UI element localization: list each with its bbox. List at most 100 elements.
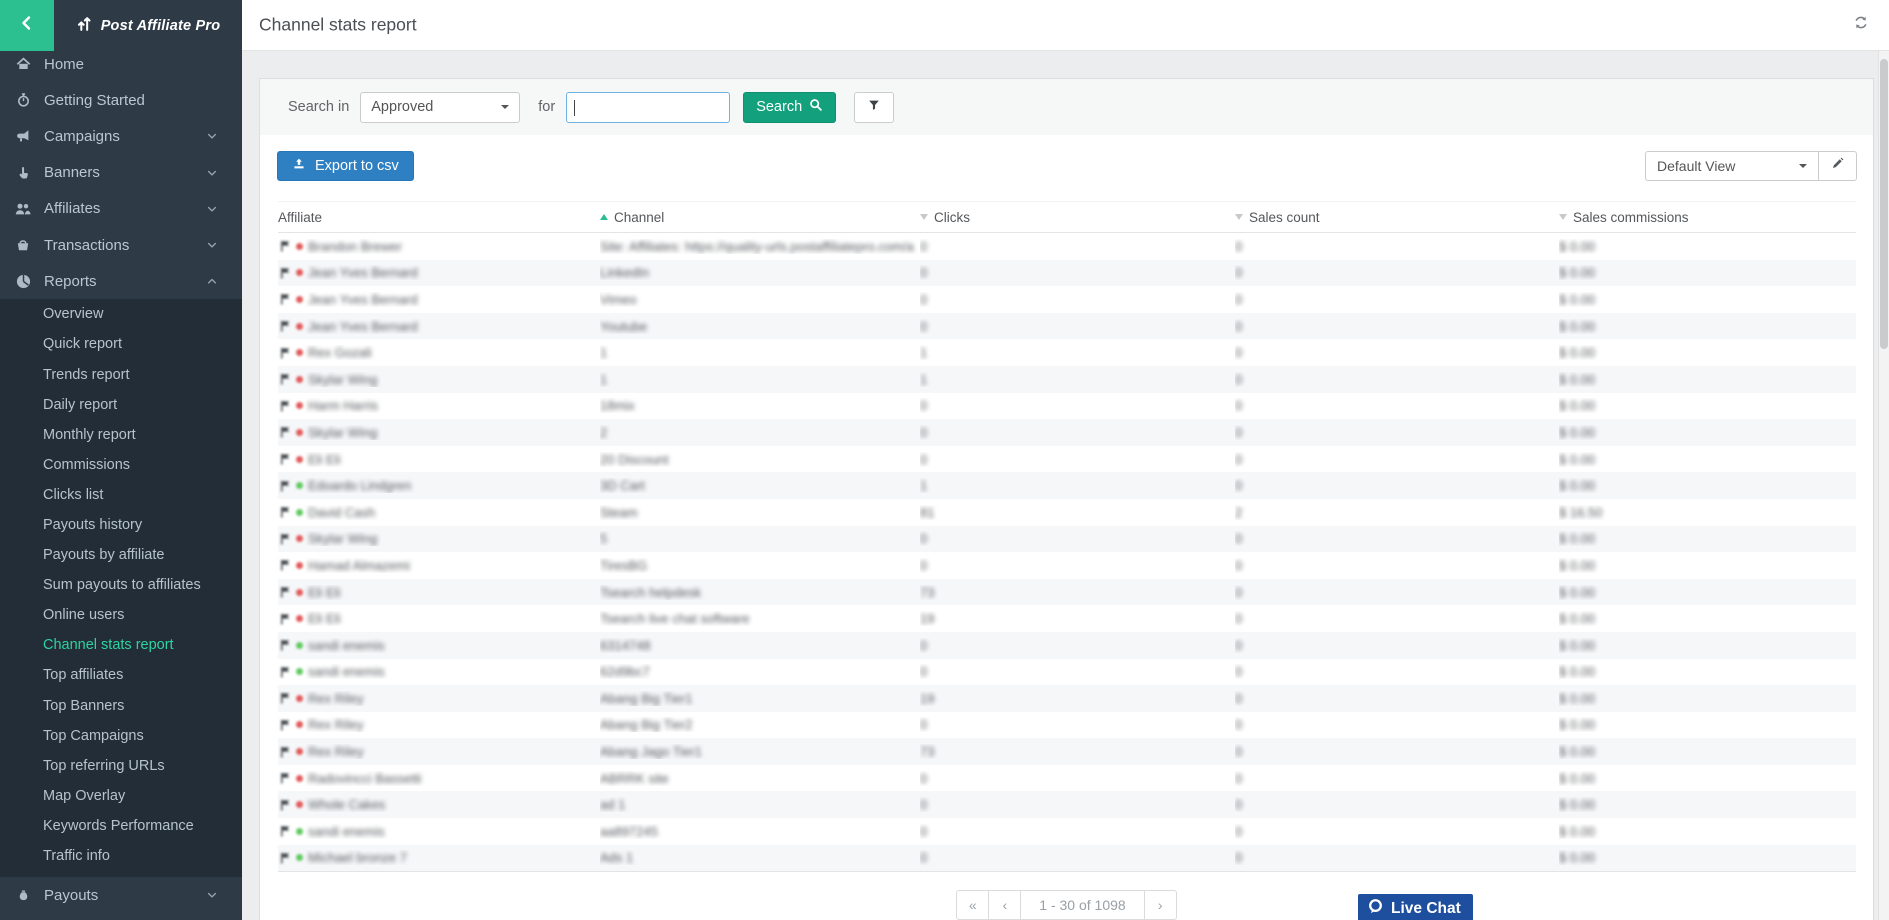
table-row[interactable]: Skylar Wing200$ 0.00 bbox=[278, 419, 1856, 446]
flag-icon bbox=[280, 825, 291, 837]
affiliate-name: sandi enemis bbox=[308, 638, 385, 653]
channel-cell-value: Abang Jago Tier1 bbox=[600, 744, 702, 759]
app-logo-text: Post Affiliate Pro bbox=[101, 18, 221, 34]
refresh-icon bbox=[1853, 15, 1869, 36]
submenu-item-trends-report[interactable]: Trends report bbox=[0, 360, 242, 390]
submenu-item-sum-payouts-to-affiliates[interactable]: Sum payouts to affiliates bbox=[0, 570, 242, 600]
live-chat-button[interactable]: Live Chat bbox=[1358, 894, 1473, 920]
clicks-cell-value: 0 bbox=[920, 319, 927, 334]
commission-cell: $ 0.00 bbox=[1559, 717, 1856, 732]
clicks-cell: 1 bbox=[920, 372, 1235, 387]
pagination-next-button[interactable]: › bbox=[1144, 890, 1177, 920]
sidebar-item-affiliates[interactable]: Affiliates bbox=[0, 191, 242, 227]
affiliate-name: Skylar Wing bbox=[308, 372, 377, 387]
table-row[interactable]: Harm Harris18mix00$ 0.00 bbox=[278, 393, 1856, 420]
table-row[interactable]: Rex Gozali110$ 0.00 bbox=[278, 339, 1856, 366]
sidebar-item-transactions[interactable]: Transactions bbox=[0, 227, 242, 263]
table-row[interactable]: Jean Yves BernardLinkedIn00$ 0.00 bbox=[278, 260, 1856, 287]
pagination-previous-button[interactable]: ‹ bbox=[988, 890, 1021, 920]
sales-count-cell: 0 bbox=[1235, 372, 1559, 387]
clicks-cell-value: 0 bbox=[920, 850, 927, 865]
table-row[interactable]: Rex RileyAbang Big Tier200$ 0.00 bbox=[278, 712, 1856, 739]
affiliate-name: Whole Cakes bbox=[308, 797, 385, 812]
table-row[interactable]: sandi enemis62d9bc700$ 0.00 bbox=[278, 659, 1856, 686]
table-row[interactable]: Brandon BrewerSite: Affiliates: https://… bbox=[278, 233, 1856, 260]
sidebar-item-reports[interactable]: Reports bbox=[0, 263, 242, 299]
sales-count-cell: 0 bbox=[1235, 239, 1559, 254]
submenu-item-commissions[interactable]: Commissions bbox=[0, 450, 242, 480]
table-row[interactable]: Skylar Wing110$ 0.00 bbox=[278, 366, 1856, 393]
submenu-item-map-overlay[interactable]: Map Overlay bbox=[0, 781, 242, 811]
table-row[interactable]: Whole Cakesad 100$ 0.00 bbox=[278, 791, 1856, 818]
submenu-item-top-affiliates[interactable]: Top affiliates bbox=[0, 660, 242, 690]
table-row[interactable]: Rex RileyAbang Jago Tier1730$ 0.00 bbox=[278, 738, 1856, 765]
submenu-item-online-users[interactable]: Online users bbox=[0, 600, 242, 630]
submenu-item-traffic-info[interactable]: Traffic info bbox=[0, 841, 242, 871]
search-input[interactable] bbox=[566, 92, 730, 123]
submenu-item-top-banners[interactable]: Top Banners bbox=[0, 691, 242, 721]
clicks-cell-value: 73 bbox=[920, 744, 934, 759]
scrollbar-thumb[interactable] bbox=[1880, 59, 1888, 349]
sidebar-item-payouts[interactable]: Payouts bbox=[0, 877, 242, 913]
filter-button[interactable] bbox=[854, 92, 894, 123]
submenu-item-keywords-performance[interactable]: Keywords Performance bbox=[0, 811, 242, 841]
flag-icon bbox=[280, 293, 291, 305]
sidebar-item-home[interactable]: Home bbox=[0, 46, 242, 82]
submenu-item-daily-report[interactable]: Daily report bbox=[0, 390, 242, 420]
submenu-item-top-referring-urls[interactable]: Top referring URLs bbox=[0, 751, 242, 781]
submenu-item-overview[interactable]: Overview bbox=[0, 299, 242, 329]
collapse-sidebar-button[interactable] bbox=[0, 0, 54, 51]
search-scope-select[interactable]: Approved bbox=[360, 92, 520, 123]
channel-cell: ABRRK site bbox=[600, 771, 920, 786]
sidebar-item-banners[interactable]: Banners bbox=[0, 155, 242, 191]
channel-cell-value: Tsearch live chat software bbox=[600, 611, 750, 626]
sales-count-cell-value: 2 bbox=[1235, 505, 1242, 520]
column-header-sales-count[interactable]: Sales count bbox=[1235, 210, 1559, 225]
app-logo[interactable]: Post Affiliate Pro bbox=[54, 0, 242, 51]
table-row[interactable]: Hamad AlmazemiTiresBG00$ 0.00 bbox=[278, 552, 1856, 579]
submenu-item-payouts-by-affiliate[interactable]: Payouts by affiliate bbox=[0, 540, 242, 570]
submenu-item-quick-report[interactable]: Quick report bbox=[0, 329, 242, 359]
column-header-channel[interactable]: Channel bbox=[600, 210, 920, 225]
submenu-item-channel-stats-report[interactable]: Channel stats report bbox=[0, 630, 242, 660]
commission-cell-value: $ 0.00 bbox=[1559, 372, 1595, 387]
table-row[interactable]: sandi enemisaa89724500$ 0.00 bbox=[278, 818, 1856, 845]
sort-icon bbox=[1235, 214, 1243, 220]
table-row[interactable]: Rex RileyAbang Big Tier1190$ 0.00 bbox=[278, 685, 1856, 712]
submenu-item-clicks-list[interactable]: Clicks list bbox=[0, 480, 242, 510]
table-row[interactable]: Radovincci BassettiABRRK site00$ 0.00 bbox=[278, 765, 1856, 792]
column-header-affiliate[interactable]: Affiliate bbox=[278, 210, 600, 225]
submenu-item-monthly-report[interactable]: Monthly report bbox=[0, 420, 242, 450]
table-row[interactable]: Jean Yves BernardYoutube00$ 0.00 bbox=[278, 313, 1856, 340]
search-button[interactable]: Search bbox=[743, 92, 836, 123]
table-row[interactable]: Eli EliTsearch helpdesk730$ 0.00 bbox=[278, 579, 1856, 606]
table-row[interactable]: David CashSteam812$ 16.50 bbox=[278, 499, 1856, 526]
commission-cell: $ 0.00 bbox=[1559, 638, 1856, 653]
clicks-cell-value: 0 bbox=[920, 558, 927, 573]
status-dot bbox=[296, 535, 303, 542]
commission-cell-value: $ 0.00 bbox=[1559, 585, 1595, 600]
table-row[interactable]: Michael bronze 7Ads 100$ 0.00 bbox=[278, 845, 1856, 872]
view-select[interactable]: Default View bbox=[1646, 152, 1818, 180]
submenu-item-top-campaigns[interactable]: Top Campaigns bbox=[0, 721, 242, 751]
column-header-sales-commissions[interactable]: Sales commissions bbox=[1559, 210, 1856, 225]
flag-icon bbox=[280, 746, 291, 758]
export-csv-button[interactable]: Export to csv bbox=[277, 151, 414, 181]
sidebar-item-getting-started[interactable]: Getting Started bbox=[0, 82, 242, 118]
table-row[interactable]: Skylar Wing500$ 0.00 bbox=[278, 526, 1856, 553]
channel-cell: 3D Cart bbox=[600, 478, 920, 493]
sidebar-item-campaigns[interactable]: Campaigns bbox=[0, 118, 242, 154]
table-row[interactable]: Eli EliTsearch live chat software190$ 0.… bbox=[278, 605, 1856, 632]
sidebar-item-label: Reports bbox=[44, 273, 97, 290]
submenu-item-payouts-history[interactable]: Payouts history bbox=[0, 510, 242, 540]
table-row[interactable]: sandi enemis631474800$ 0.00 bbox=[278, 632, 1856, 659]
edit-view-button[interactable] bbox=[1818, 152, 1856, 180]
column-header-clicks[interactable]: Clicks bbox=[920, 210, 1235, 225]
vertical-scrollbar[interactable] bbox=[1878, 51, 1889, 920]
refresh-button[interactable] bbox=[1853, 15, 1869, 36]
table-row[interactable]: Jean Yves BernardVimeo00$ 0.00 bbox=[278, 286, 1856, 313]
pagination-first-button[interactable]: « bbox=[956, 890, 989, 920]
affiliate-cell: Skylar Wing bbox=[278, 425, 600, 440]
table-row[interactable]: Edoardo Lindgren3D Cart10$ 0.00 bbox=[278, 472, 1856, 499]
table-row[interactable]: Eli Eli20 Discount00$ 0.00 bbox=[278, 446, 1856, 473]
